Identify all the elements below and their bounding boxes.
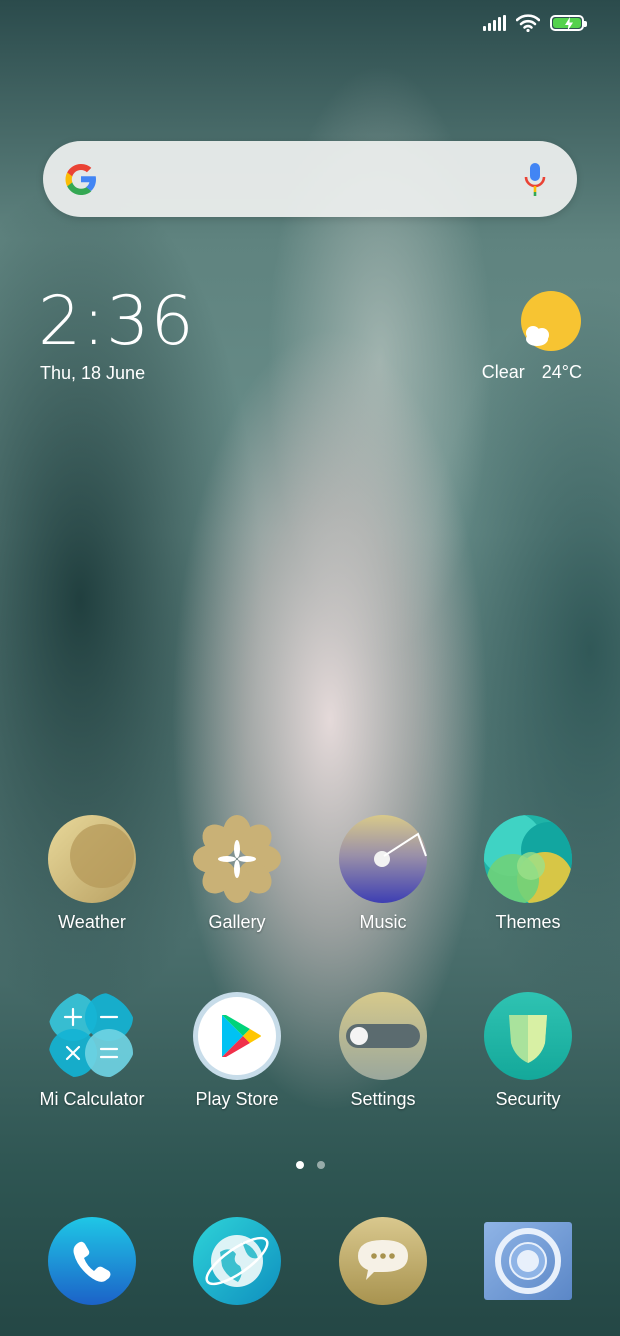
page-dot-2[interactable] [316,1161,325,1169]
messages-icon [339,1217,427,1305]
browser-icon [193,1217,281,1305]
dock-camera[interactable] [458,1216,598,1306]
phone-icon [48,1217,136,1305]
mic-icon[interactable] [523,161,547,197]
dock-browser[interactable] [167,1216,307,1306]
themes-icon [484,815,572,903]
moon-icon [48,815,136,903]
google-logo-icon [65,164,96,195]
app-security[interactable]: Security [458,991,598,1110]
google-search-bar[interactable] [43,141,577,217]
app-themes[interactable]: Themes [458,814,598,933]
dock-messages[interactable] [313,1216,453,1306]
sun-cloud-icon [521,291,581,351]
app-label: Settings [350,1089,416,1109]
app-label: Security [495,1089,561,1109]
flower-icon [193,815,281,903]
clock-date: Thu, 18 June [40,363,146,383]
app-label: Gallery [208,912,266,932]
clock-time[interactable]: 2:36 [38,282,195,362]
record-icon [339,815,427,903]
app-play-store[interactable]: Play Store [167,991,307,1110]
app-weather[interactable]: Weather [22,814,162,933]
toggle-icon [339,992,427,1080]
page-dot-1[interactable] [295,1161,304,1169]
app-label: Weather [58,912,126,932]
battery-charging-icon [550,15,587,31]
app-label: Play Store [195,1089,279,1109]
app-mi-calculator[interactable]: Mi Calculator [22,991,162,1110]
signal-icon [483,15,506,31]
status-bar [483,14,587,32]
app-settings[interactable]: Settings [313,991,453,1110]
weather-condition: Clear [481,362,525,382]
camera-icon [484,1222,572,1300]
weather-temperature: 24°C [541,362,582,382]
app-label: Themes [495,912,561,932]
page-indicator[interactable] [0,1161,620,1169]
dock-phone[interactable] [22,1216,162,1306]
app-label: Music [359,912,407,932]
calculator-icon [49,993,133,1077]
app-gallery[interactable]: Gallery [167,814,307,933]
app-music[interactable]: Music [313,814,453,933]
app-label: Mi Calculator [39,1089,145,1109]
shield-icon [484,992,572,1080]
play-store-icon [193,992,281,1080]
wifi-icon [516,14,540,32]
